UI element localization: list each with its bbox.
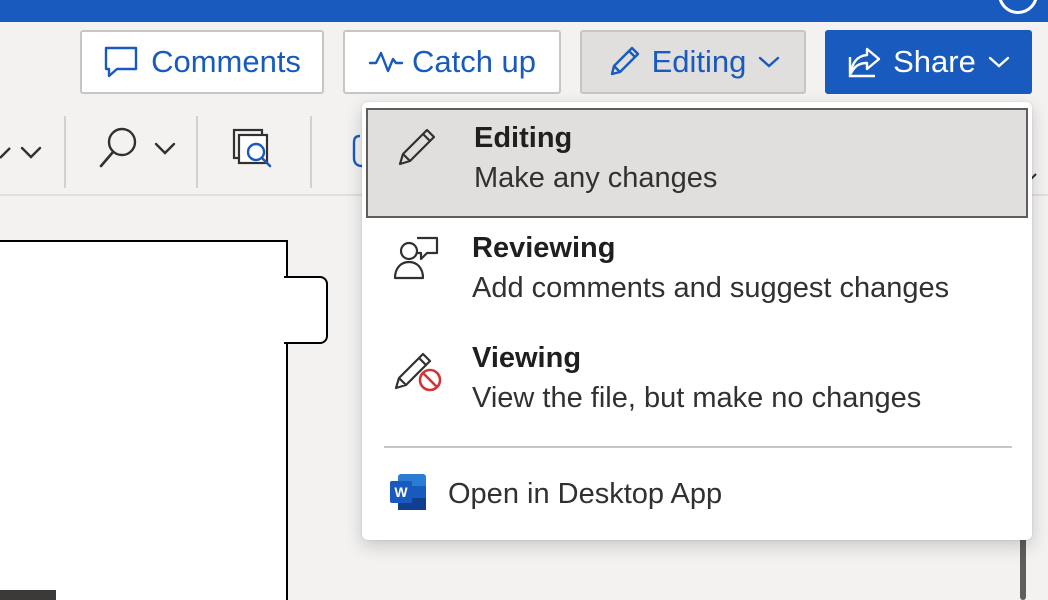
reviewer-icon (393, 236, 439, 280)
document-shape (0, 590, 56, 600)
menu-item-title: Reviewing (472, 232, 616, 264)
open-desktop-label: Open in Desktop App (448, 478, 723, 510)
vertical-scrollbar[interactable] (1020, 534, 1026, 600)
word-app-icon: W (390, 474, 426, 510)
chevron-down-icon (988, 56, 1010, 68)
menu-item-editing[interactable]: Editing Make any changes (366, 108, 1028, 218)
editing-mode-button[interactable]: Editing (580, 30, 806, 94)
ribbon-separator (310, 116, 312, 188)
share-icon (848, 47, 881, 78)
menu-item-title: Viewing (472, 342, 582, 374)
share-button[interactable]: Share (825, 30, 1032, 94)
menu-item-viewing[interactable]: Viewing View the file, but make no chang… (366, 330, 1028, 440)
avatar[interactable] (998, 0, 1038, 14)
command-bar: Comments Catch up Editing Share (0, 22, 1048, 102)
document-comment-marker[interactable] (284, 276, 328, 344)
editing-label: Editing (651, 44, 747, 79)
menu-item-description: Make any changes (474, 162, 718, 194)
menu-item-title: Editing (474, 122, 573, 154)
chevron-down-icon (759, 56, 780, 68)
menu-item-open-in-desktop-app[interactable]: W Open in Desktop App (366, 454, 1028, 534)
catch-up-label: Catch up (411, 44, 537, 79)
catch-up-button[interactable]: Catch up (343, 30, 561, 94)
comments-label: Comments (151, 44, 301, 79)
share-label: Share (893, 44, 976, 79)
svg-text:W: W (394, 484, 408, 500)
editor-search-icon[interactable] (232, 128, 276, 172)
ribbon-separator (196, 116, 198, 188)
menu-divider (384, 446, 1012, 448)
editing-mode-menu: Editing Make any changes Reviewing Add c… (362, 102, 1032, 540)
pencil-no-edit-icon (394, 352, 442, 392)
menu-item-description: View the file, but make no changes (472, 382, 922, 414)
menu-item-description: Add comments and suggest changes (472, 272, 950, 304)
pencil-icon (398, 128, 436, 166)
find-icon[interactable] (98, 126, 184, 170)
highlighter-dropdown-icon[interactable] (0, 140, 50, 164)
activity-icon (368, 51, 404, 73)
ribbon-separator (64, 116, 66, 188)
document-page[interactable] (0, 240, 288, 600)
title-bar (0, 0, 1048, 22)
pencil-icon (610, 46, 639, 76)
comments-button[interactable]: Comments (80, 30, 324, 94)
menu-item-reviewing[interactable]: Reviewing Add comments and suggest chang… (366, 220, 1028, 330)
comment-icon (104, 46, 138, 78)
